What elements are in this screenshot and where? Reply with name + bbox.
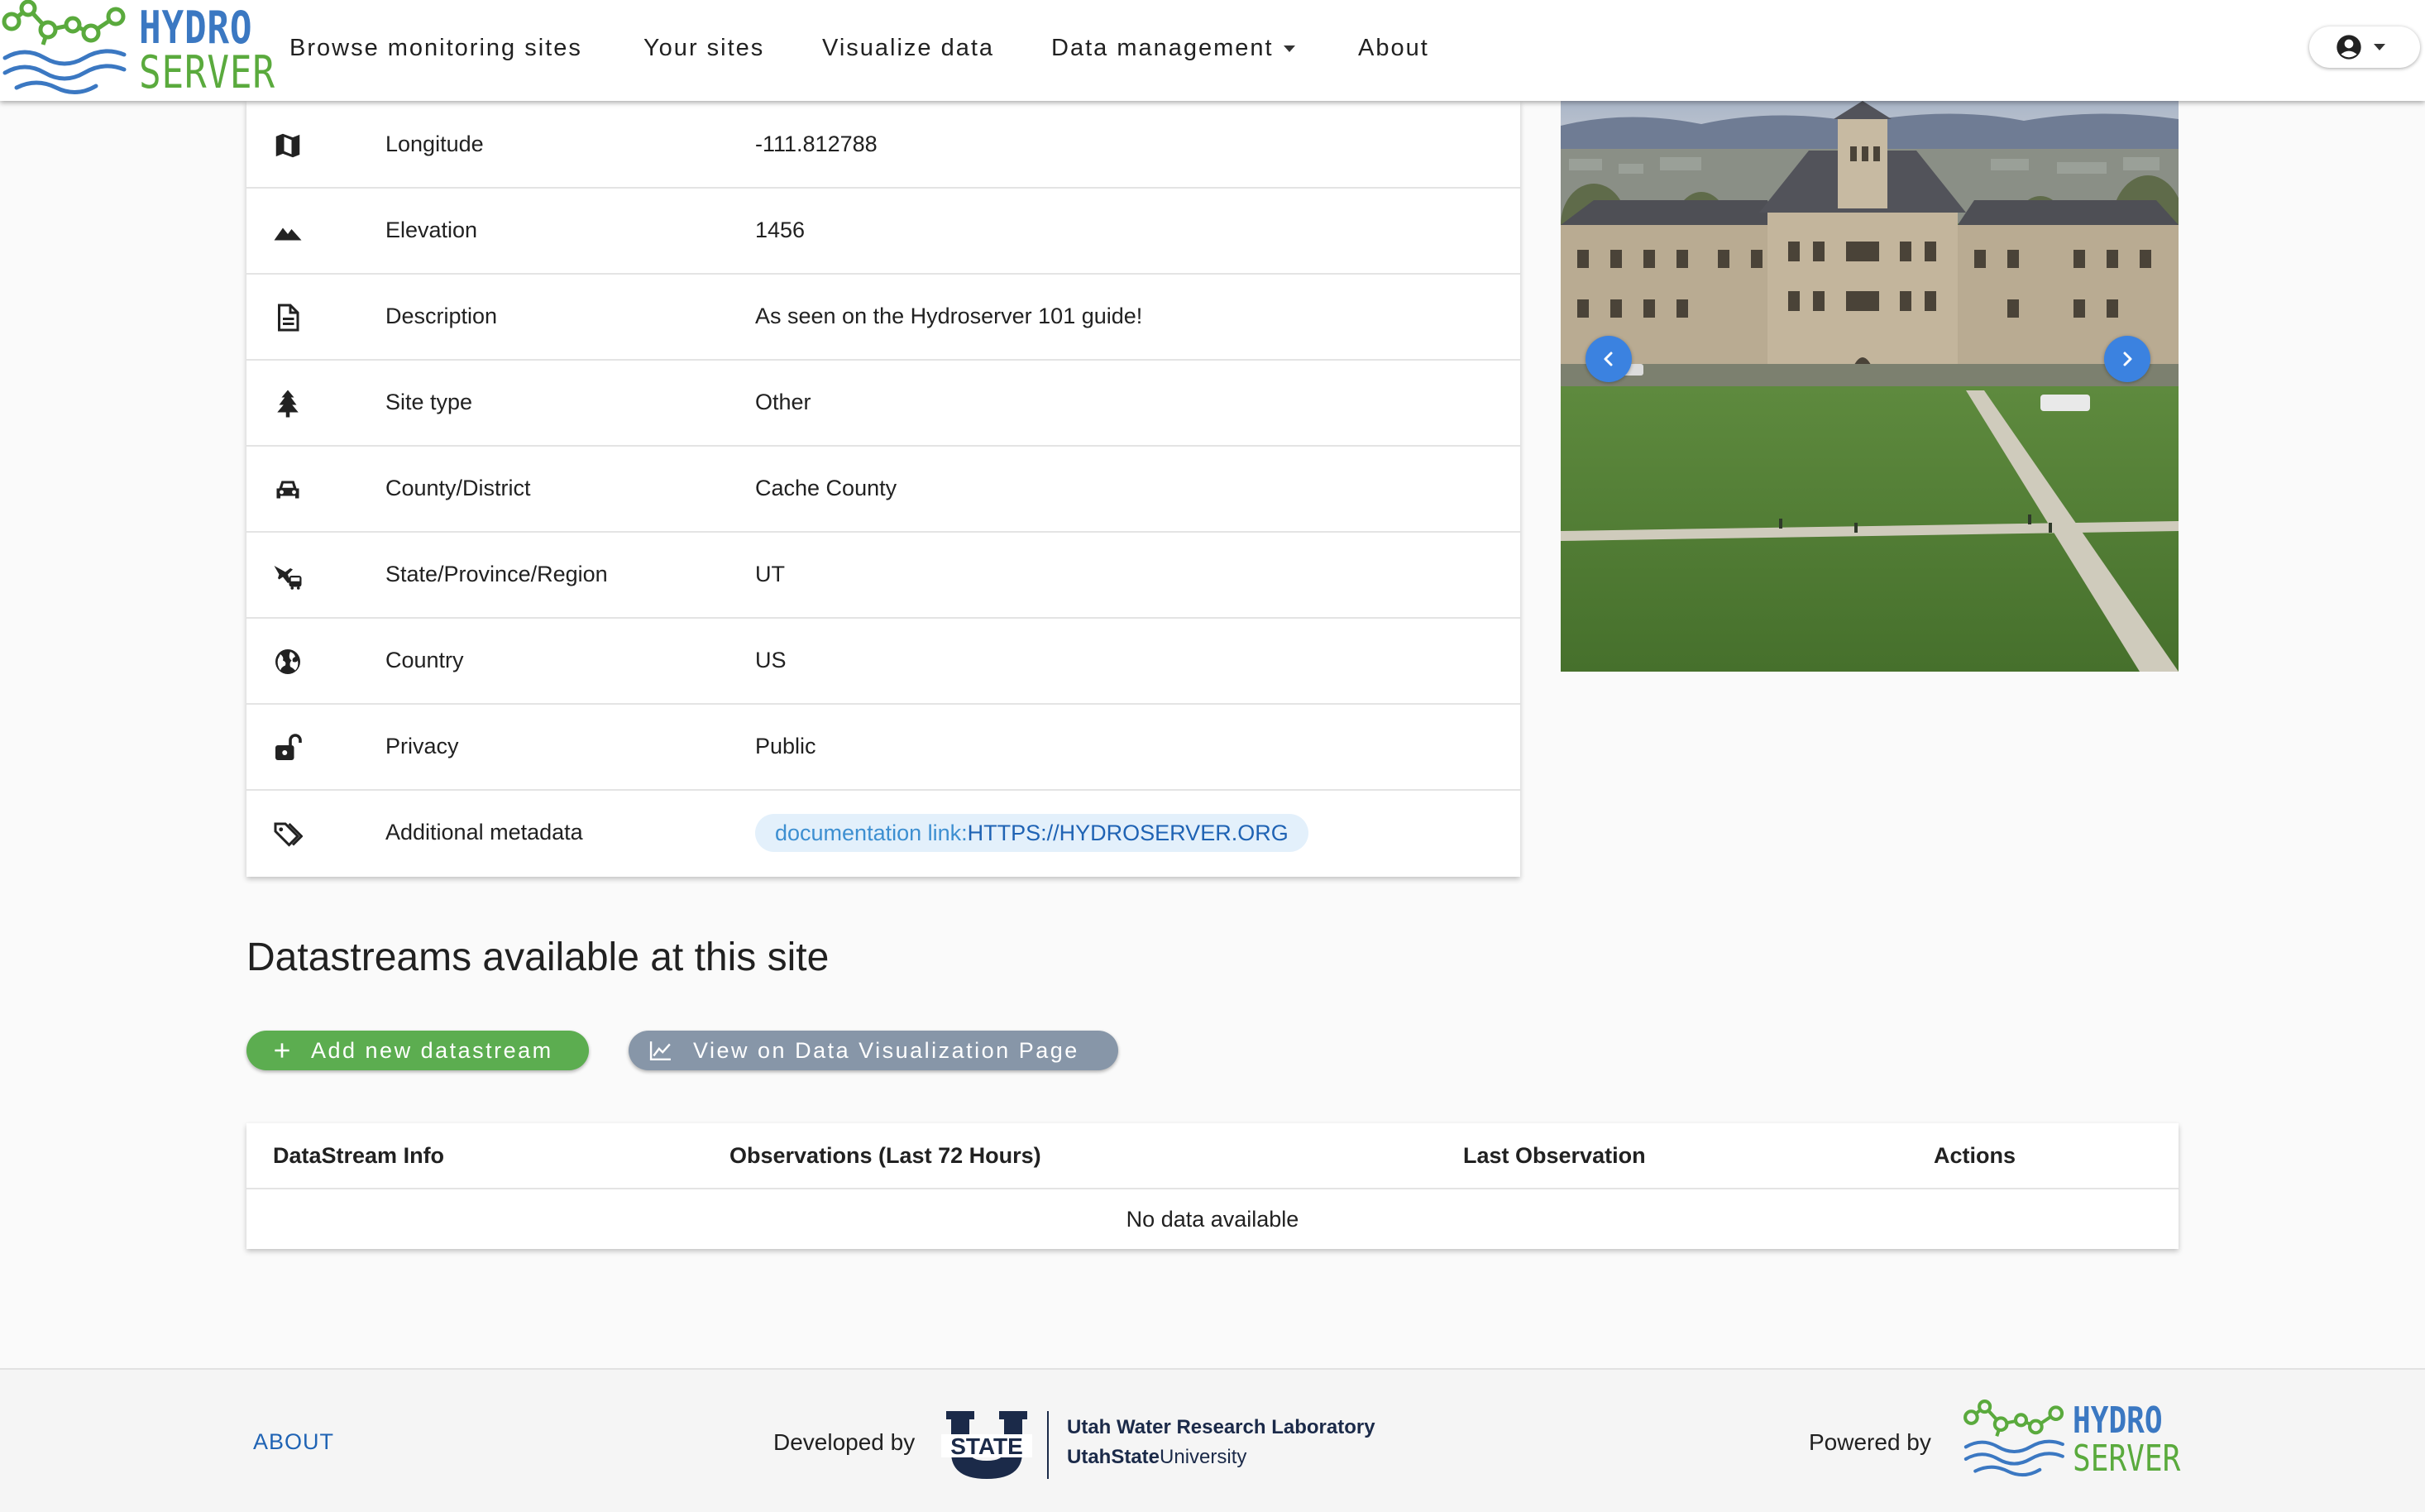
table-row: County/District Cache County <box>246 445 1520 533</box>
tags-icon <box>274 822 303 847</box>
footer-hydroserver-logo: HYDRO SERVER <box>1962 1400 2181 1482</box>
plus-icon <box>275 1043 289 1058</box>
molecule-wave-icon <box>1963 1400 2064 1477</box>
usu-name-bold: UtahState <box>1067 1446 1160 1468</box>
table-row: Longitude -111.812788 <box>246 101 1520 189</box>
column-header-last-observation[interactable]: Last Observation <box>1463 1123 1646 1188</box>
row-label: Description <box>385 304 498 328</box>
table-row: Privacy Public <box>246 703 1520 791</box>
usu-logo-icon: STATE <box>941 1411 1032 1479</box>
nav-data-management[interactable]: Data management <box>1051 31 1295 65</box>
chart-line-icon <box>649 1041 671 1061</box>
hydroserver-logo[interactable]: HYDRO SERVER <box>0 0 275 101</box>
footer-about-link[interactable]: ABOUT <box>253 1429 334 1455</box>
nav-visualize-data[interactable]: Visualize data <box>822 31 994 65</box>
nav-data-management-label: Data management <box>1051 35 1274 61</box>
nav-browse-sites[interactable]: Browse monitoring sites <box>289 31 582 65</box>
usu-state-mark: STATE <box>950 1433 1023 1459</box>
table-row: Additional metadata documentation link:H… <box>246 789 1520 875</box>
empty-state-text: No data available <box>1126 1207 1299 1232</box>
add-datastream-button[interactable]: Add new datastream <box>246 1031 589 1070</box>
table-header: DataStream Info Observations (Last 72 Ho… <box>246 1123 2179 1189</box>
transit-icon <box>274 566 302 590</box>
row-value: -111.812788 <box>755 132 878 156</box>
row-value: UT <box>755 562 785 586</box>
table-row: Elevation 1456 <box>246 187 1520 275</box>
chevron-down-icon <box>1283 45 1295 53</box>
globe-icon <box>275 649 300 674</box>
pine-tree-icon <box>277 390 299 418</box>
row-value: Public <box>755 734 816 758</box>
uwrl-name: Utah Water Research Laboratory <box>1067 1416 1375 1438</box>
nav-your-sites[interactable]: Your sites <box>643 31 764 65</box>
carousel-next-button[interactable] <box>2104 336 2150 382</box>
table-row: Site type Other <box>246 359 1520 447</box>
page-footer: ABOUT Developed by STATE Utah Water Rese… <box>0 1368 2425 1512</box>
column-header-datastream-info[interactable]: DataStream Info <box>273 1123 444 1188</box>
datastreams-heading: Datastreams available at this site <box>246 935 830 979</box>
row-label: Privacy <box>385 734 459 758</box>
datastreams-table: DataStream Info Observations (Last 72 Ho… <box>246 1123 2179 1249</box>
usu-name-rest: University <box>1160 1446 1247 1468</box>
row-label: County/District <box>385 476 531 500</box>
metadata-link[interactable]: HTTPS://HYDROSERVER.ORG <box>968 821 1289 845</box>
top-app-bar: HYDRO SERVER Browse monitoring sites You… <box>0 0 2425 101</box>
table-row: State/Province/Region UT <box>246 531 1520 619</box>
add-datastream-label: Add new datastream <box>311 1038 553 1063</box>
footer-logo-text-server: SERVER <box>2073 1438 2181 1480</box>
car-icon <box>276 481 299 499</box>
row-label: Longitude <box>385 132 484 156</box>
document-icon <box>278 304 299 332</box>
site-photo-carousel[interactable] <box>1561 101 2179 672</box>
column-header-actions: Actions <box>1934 1143 2016 1168</box>
table-row: Country US <box>246 617 1520 705</box>
developed-by-text: Developed by <box>773 1429 916 1455</box>
metadata-chip[interactable]: documentation link:HTTPS://HYDROSERVER.O… <box>755 814 1308 852</box>
molecule-wave-icon <box>2 0 127 94</box>
table-row: Description As seen on the Hydroserver 1… <box>246 273 1520 361</box>
carousel-prev-button[interactable] <box>1586 336 1632 382</box>
logo-divider <box>1047 1411 1049 1479</box>
logo-text-server: SERVER <box>139 46 275 98</box>
row-label: Country <box>385 648 464 672</box>
row-label: Elevation <box>385 218 478 242</box>
chevron-left-icon <box>1604 352 1613 366</box>
row-value: As seen on the Hydroserver 101 guide! <box>755 304 1143 328</box>
account-circle-icon <box>2337 35 2361 60</box>
powered-by-text: Powered by <box>1809 1429 1931 1455</box>
view-visualization-button[interactable]: View on Data Visualization Page <box>629 1031 1118 1070</box>
row-value: Other <box>755 390 811 414</box>
row-value: 1456 <box>755 218 806 242</box>
row-label: Site type <box>385 390 473 414</box>
view-visualization-label: View on Data Visualization Page <box>693 1038 1079 1063</box>
chevron-down-icon <box>2374 44 2385 50</box>
row-label: Additional metadata <box>385 820 583 845</box>
row-value: Cache County <box>755 476 897 500</box>
map-icon <box>275 133 300 158</box>
row-value: US <box>755 648 787 672</box>
usu-name: UtahStateUniversity <box>1067 1446 1246 1469</box>
metadata-key: documentation link: <box>775 821 968 845</box>
terrain-icon <box>274 227 302 241</box>
site-info-table: Longitude -111.812788 Elevation 1456 Des… <box>246 101 1520 877</box>
lock-open-icon <box>275 734 302 760</box>
footer-logo-text-hydro: HYDRO <box>2073 1400 2163 1442</box>
column-header-observations[interactable]: Observations (Last 72 Hours) <box>729 1123 1041 1188</box>
site-photo <box>1561 101 2179 672</box>
account-menu-button[interactable] <box>2309 26 2420 68</box>
row-label: State/Province/Region <box>385 562 608 586</box>
nav-about[interactable]: About <box>1358 31 1429 65</box>
chevron-right-icon <box>2123 352 2132 366</box>
